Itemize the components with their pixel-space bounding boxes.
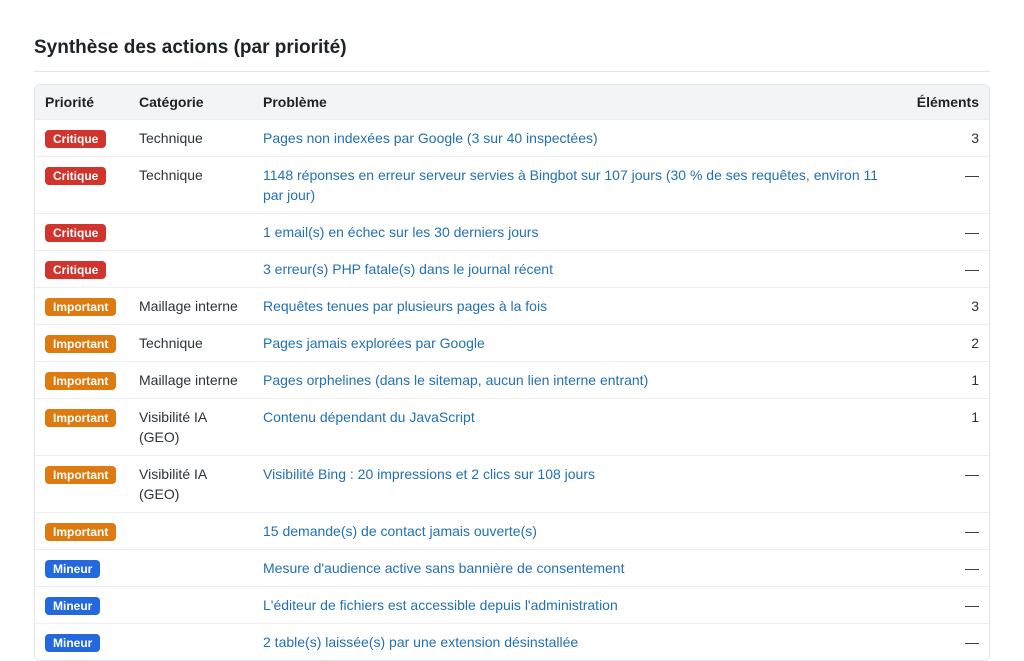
priority-cell: Important	[35, 360, 129, 398]
table-row: Critique Technique 1148 réponses en erreur…	[35, 155, 989, 213]
category-cell: Visibilité IA (GEO)	[129, 397, 253, 455]
category-cell: Technique	[129, 155, 253, 213]
priority-cell: Important	[35, 286, 129, 324]
count-cell: —	[889, 155, 989, 213]
problem-link[interactable]: Pages non indexées par Google (3 sur 40 …	[253, 118, 889, 156]
problem-link[interactable]: Pages jamais explorées par Google	[253, 323, 889, 361]
category-cell	[129, 212, 253, 250]
count-cell: 3	[889, 286, 989, 324]
priority-badge: Important	[45, 371, 117, 390]
problem-link[interactable]: 1148 réponses en erreur serveur servies …	[253, 155, 889, 213]
count-cell: —	[889, 548, 989, 586]
count-cell: —	[889, 249, 989, 287]
count-cell: 2	[889, 323, 989, 361]
priority-badge: Mineur	[45, 596, 101, 615]
category-cell	[129, 249, 253, 287]
table-row: Critique 3 erreur(s) PHP fatale(s) dans l…	[35, 249, 989, 287]
category-cell: Technique	[129, 323, 253, 361]
category-cell	[129, 511, 253, 549]
priority-badge: Important	[45, 408, 117, 427]
priority-badge: Important	[45, 465, 117, 484]
problem-link[interactable]: 3 erreur(s) PHP fatale(s) dans le journa…	[253, 249, 889, 287]
priority-badge: Critique	[45, 166, 107, 185]
category-cell: Technique	[129, 118, 253, 156]
header-problem[interactable]: Problème	[253, 85, 889, 119]
priority-cell: Important	[35, 397, 129, 455]
category-cell	[129, 622, 253, 660]
table-row: Important Visibilité IA (GEO) Visibilité B…	[35, 454, 989, 512]
priority-cell: Critique	[35, 249, 129, 287]
priority-badge: Important	[45, 334, 117, 353]
priority-badge: Important	[45, 522, 117, 541]
priority-cell: Mineur	[35, 548, 129, 586]
problem-link[interactable]: 15 demande(s) de contact jamais ouverte(…	[253, 511, 889, 549]
table-row: Important Maillage interne Requêtes tenues…	[35, 286, 989, 324]
priority-cell: Mineur	[35, 585, 129, 623]
table-row: Mineur 2 table(s) laissée(s) par une exte…	[35, 622, 989, 660]
table-row: Critique Technique Pages non indexées par …	[35, 118, 989, 156]
priority-cell: Critique	[35, 118, 129, 156]
header-category[interactable]: Catégorie	[129, 85, 253, 119]
problem-link[interactable]: Requêtes tenues par plusieurs pages à la…	[253, 286, 889, 324]
table-row: Important Maillage interne Pages orpheline…	[35, 360, 989, 398]
table-row: Mineur L'éditeur de fichiers est accessib…	[35, 585, 989, 623]
priority-cell: Important	[35, 323, 129, 361]
category-cell: Maillage interne	[129, 286, 253, 324]
problem-link[interactable]: Pages orphelines (dans le sitemap, aucun…	[253, 360, 889, 398]
table-row: Mineur Mesure d'audience active sans bann…	[35, 548, 989, 586]
section-title: Synthèse des actions (par priorité)	[34, 37, 347, 58]
priority-badge: Important	[45, 297, 117, 316]
actions-table-container: Priorité Catégorie Problème Éléments Cri…	[34, 84, 990, 661]
problem-link[interactable]: 1 email(s) en échec sur les 30 derniers …	[253, 212, 889, 250]
table-header: Priorité Catégorie Problème Éléments	[35, 85, 989, 119]
category-cell	[129, 548, 253, 586]
count-cell: —	[889, 622, 989, 660]
count-cell: —	[889, 212, 989, 250]
priority-cell: Critique	[35, 155, 129, 213]
category-cell	[129, 585, 253, 623]
page: Synthèse des actions (par priorité) Prio…	[0, 0, 1024, 661]
title-divider	[34, 71, 990, 72]
priority-badge: Critique	[45, 260, 107, 279]
count-cell: —	[889, 511, 989, 549]
count-cell: 1	[889, 360, 989, 398]
table-header-row: Priorité Catégorie Problème Éléments	[35, 85, 989, 119]
table-row: Important Visibilité IA (GEO) Contenu dépe…	[35, 397, 989, 455]
count-cell: —	[889, 585, 989, 623]
table-row: Important Technique Pages jamais explorées…	[35, 323, 989, 361]
problem-link[interactable]: Contenu dépendant du JavaScript	[253, 397, 889, 455]
priority-badge: Critique	[45, 223, 107, 242]
actions-table: Priorité Catégorie Problème Éléments Cri…	[35, 85, 989, 660]
problem-link[interactable]: Mesure d'audience active sans bannière d…	[253, 548, 889, 586]
problem-link[interactable]: L'éditeur de fichiers est accessible dep…	[253, 585, 889, 623]
problem-link[interactable]: 2 table(s) laissée(s) par une extension …	[253, 622, 889, 660]
header-count[interactable]: Éléments	[889, 85, 989, 119]
priority-cell: Critique	[35, 212, 129, 250]
problem-link[interactable]: Visibilité Bing : 20 impressions et 2 cl…	[253, 454, 889, 512]
table-body: Critique Technique Pages non indexées par …	[35, 118, 989, 660]
priority-cell: Mineur	[35, 622, 129, 660]
table-row: Critique 1 email(s) en échec sur les 30 d…	[35, 212, 989, 250]
header-priority[interactable]: Priorité	[35, 85, 129, 119]
category-cell: Maillage interne	[129, 360, 253, 398]
priority-badge: Critique	[45, 129, 107, 148]
category-cell: Visibilité IA (GEO)	[129, 454, 253, 512]
priority-cell: Important	[35, 511, 129, 549]
count-cell: —	[889, 454, 989, 512]
table-row: Important 15 demande(s) de contact jamais…	[35, 511, 989, 549]
count-cell: 3	[889, 118, 989, 156]
priority-badge: Mineur	[45, 559, 101, 578]
priority-cell: Important	[35, 454, 129, 512]
count-cell: 1	[889, 397, 989, 455]
priority-badge: Mineur	[45, 633, 101, 652]
